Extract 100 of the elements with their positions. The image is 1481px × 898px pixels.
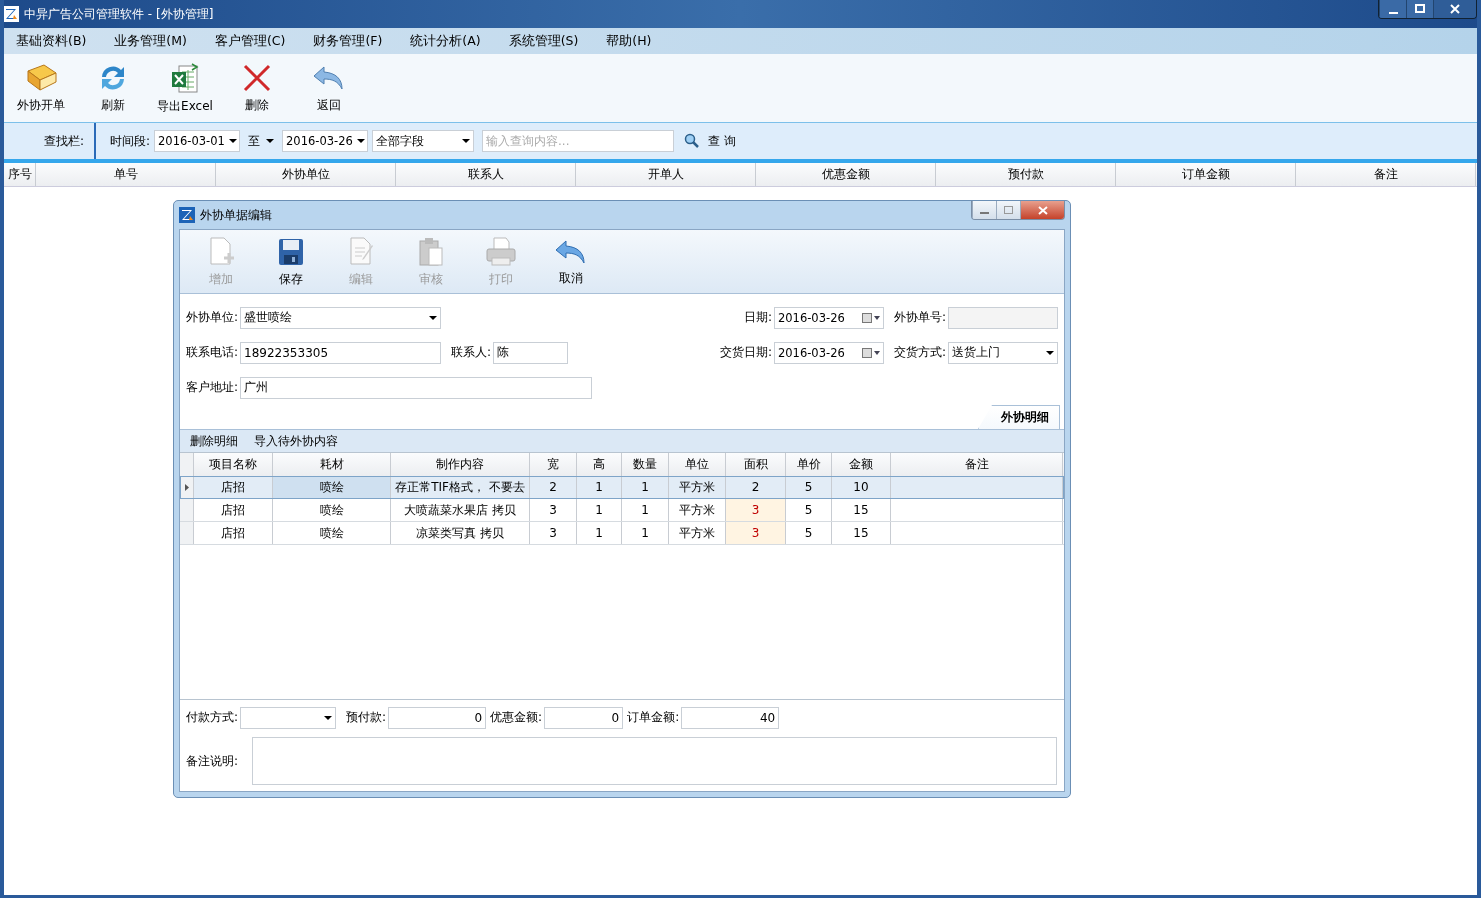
column-header[interactable]: 预付款 xyxy=(936,163,1116,186)
tab[interactable]: 外协明细 xyxy=(978,405,1060,429)
range-dropdown[interactable]: 至 xyxy=(244,132,279,150)
table-cell: 喷绘 xyxy=(273,476,391,498)
table-cell: 喷绘 xyxy=(273,499,391,521)
date-picker[interactable]: 2016-03-26 xyxy=(773,341,884,364)
menu-item[interactable]: 帮助(H) xyxy=(594,32,664,50)
minimize-icon xyxy=(980,211,989,214)
toolbar-button[interactable]: 刷新 xyxy=(84,62,142,114)
column-header[interactable]: 开单人 xyxy=(576,163,756,186)
table-cell: 1 xyxy=(577,476,622,498)
order-amount-label: 订单金额: xyxy=(627,709,680,726)
menu-item[interactable]: 系统管理(S) xyxy=(496,32,591,50)
order-amount-field[interactable]: 40 xyxy=(681,706,780,729)
order-number-field[interactable] xyxy=(948,306,1058,329)
app-logo-icon xyxy=(179,207,195,223)
menu-item[interactable]: 客户管理(C) xyxy=(202,32,298,50)
column-header[interactable]: 外协单位 xyxy=(216,163,396,186)
search-bar-title: 查找栏: xyxy=(42,132,85,150)
phone-label: 联系电话: xyxy=(186,344,239,361)
close-button[interactable] xyxy=(1433,0,1476,18)
table-cell: 3 xyxy=(726,522,786,544)
address-field[interactable]: 广州 xyxy=(240,376,593,399)
table-cell: 3 xyxy=(530,522,577,544)
close-button[interactable] xyxy=(1020,201,1064,219)
toolbar-button[interactable]: 保存 xyxy=(258,235,324,288)
printer-icon xyxy=(484,235,518,268)
table-cell: 15 xyxy=(832,522,891,544)
column-header[interactable]: 序号 xyxy=(4,163,36,186)
close-icon xyxy=(1450,4,1460,14)
toolbar-button[interactable]: 取消 xyxy=(538,236,604,287)
contact-field[interactable]: 陈 xyxy=(493,341,569,364)
menu-item[interactable]: 统计分析(A) xyxy=(398,32,493,50)
unit-dropdown[interactable]: 盛世喷绘 xyxy=(240,306,442,329)
grid-row[interactable]: 店招 喷绘 大喷蔬菜水果店 拷贝 3 1 1 平方米 3 5 15 xyxy=(180,499,1064,522)
unit-label: 外协单位: xyxy=(186,309,239,326)
prepaid-field[interactable]: 0 xyxy=(388,706,487,729)
grid-row[interactable]: 店招 喷绘 凉菜类写真 拷贝 3 1 1 平方米 3 5 15 xyxy=(180,522,1064,545)
calendar-icon xyxy=(861,347,880,358)
discount-label: 优惠金额: xyxy=(490,709,543,726)
table-cell: 存正常TIF格式， 不要去 xyxy=(391,476,530,498)
prepaid-label: 预付款: xyxy=(346,709,387,726)
row-header-cell[interactable] xyxy=(180,476,194,498)
table-cell: 店招 xyxy=(194,499,273,521)
column-header[interactable]: 联系人 xyxy=(396,163,576,186)
column-header[interactable]: 单号 xyxy=(36,163,216,186)
remarks-label: 备注说明: xyxy=(186,752,239,770)
row-header-cell[interactable] xyxy=(180,522,194,544)
delete-icon xyxy=(242,62,272,93)
menu-item[interactable]: 财务管理(F) xyxy=(301,32,395,50)
delivery-method-label: 交货方式: xyxy=(893,344,946,361)
payment-label: 付款方式: xyxy=(186,709,239,726)
minimize-button[interactable] xyxy=(1379,0,1406,18)
table-cell: 2 xyxy=(726,476,786,498)
close-icon xyxy=(1037,205,1048,215)
maximize-icon xyxy=(1004,206,1013,214)
calendar-icon xyxy=(861,312,880,323)
remarks-field[interactable] xyxy=(252,737,1058,785)
date-to-dropdown[interactable]: 2016-03-26 xyxy=(282,130,369,152)
toolbar-button[interactable]: 外协开单 xyxy=(12,62,70,114)
table-cell: 2 xyxy=(530,476,577,498)
discount-field[interactable]: 0 xyxy=(544,706,624,729)
table-cell: 10 xyxy=(832,476,891,498)
column-header[interactable]: 订单金额 xyxy=(1116,163,1296,186)
minimize-button[interactable] xyxy=(972,201,996,219)
search-field[interactable]: 输入查询内容... xyxy=(482,130,675,152)
window-title: 中异广告公司管理软件 - [外协管理] xyxy=(24,5,214,23)
table-cell: 店招 xyxy=(194,522,273,544)
toolbar-button[interactable]: 删除 xyxy=(228,62,286,114)
table-cell: 喷绘 xyxy=(273,522,391,544)
column-header[interactable]: 优惠金额 xyxy=(756,163,936,186)
maximize-button[interactable] xyxy=(1406,0,1433,18)
app-logo-icon xyxy=(4,6,19,22)
search-button[interactable]: 查 询 xyxy=(684,132,736,150)
minimize-icon xyxy=(1388,11,1398,14)
grid-row[interactable]: 店招 喷绘 存正常TIF格式， 不要去 2 1 1 平方米 2 5 10 xyxy=(180,476,1064,499)
field-dropdown[interactable]: 全部字段 xyxy=(372,130,475,152)
date-picker[interactable]: 2016-03-26 xyxy=(773,306,884,329)
spreadsheet-icon xyxy=(170,61,200,94)
table-cell: 1 xyxy=(577,499,622,521)
menu-item[interactable]: 业务管理(M) xyxy=(102,32,199,50)
contact-label: 联系人: xyxy=(451,344,492,361)
column-header[interactable]: 备注 xyxy=(1296,163,1476,186)
phone-field[interactable]: 18922353305 xyxy=(240,341,442,364)
toolbar-button[interactable]: 导出Excel xyxy=(156,61,214,115)
toolbar-button[interactable]: 返回 xyxy=(300,62,358,114)
table-cell: 15 xyxy=(832,499,891,521)
date-label: 日期: xyxy=(743,309,772,326)
maximize-icon xyxy=(1415,4,1425,14)
row-pointer-icon xyxy=(184,483,189,491)
toolbar-button[interactable]: 导入待外协内容 xyxy=(254,432,338,450)
toolbar-button[interactable]: 删除明细 xyxy=(190,432,238,450)
menu-item[interactable]: 基础资料(B) xyxy=(4,32,99,50)
table-cell: 1 xyxy=(622,522,669,544)
table-cell: 1 xyxy=(622,476,669,498)
table-cell: 3 xyxy=(530,499,577,521)
delivery-method-dropdown[interactable]: 送货上门 xyxy=(948,341,1058,364)
table-cell: 1 xyxy=(577,522,622,544)
date-from-dropdown[interactable]: 2016-03-01 xyxy=(154,130,241,152)
row-header-cell[interactable] xyxy=(180,499,194,521)
